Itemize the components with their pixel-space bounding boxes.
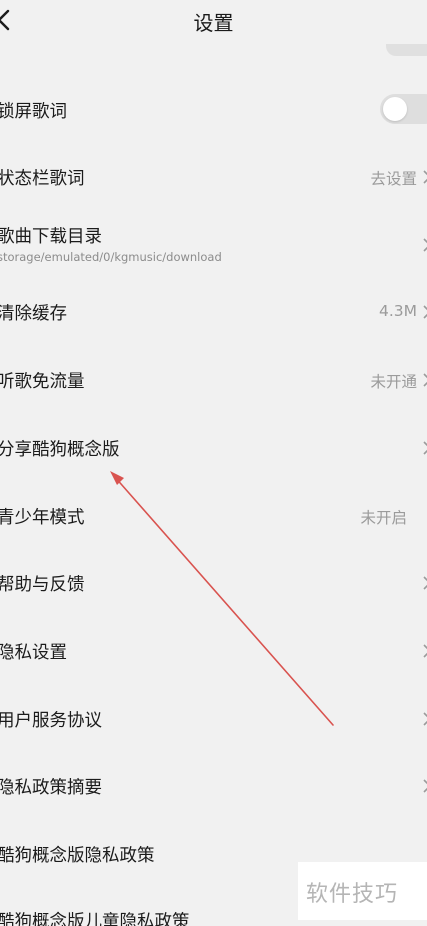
lockscreen-lyrics-toggle[interactable] [380,94,427,124]
chevron-right-icon [423,644,427,658]
settings-row-label: 分享酷狗概念版 [0,440,120,460]
scroll-remnant [386,44,427,56]
chevron-right-icon [423,238,427,252]
settings-row-label: 歌曲下载目录 [0,227,102,247]
settings-row-label: 隐私设置 [0,643,67,663]
settings-row-value: 4.3M [378,302,417,320]
settings-row-label: 帮助与反馈 [0,575,85,595]
toggle-knob [383,97,407,121]
chevron-right-icon [423,712,427,726]
settings-row-label: 青少年模式 [0,508,85,528]
download-path: storage/emulated/0/kgmusic/download [0,250,222,264]
chevron-right-icon [423,576,427,590]
settings-row-share-app[interactable]: 分享酷狗概念版 [0,421,427,475]
header-bar: 设置 [0,0,427,44]
chevron-right-icon [423,441,427,455]
settings-row-user-agreement[interactable]: 用户服务协议 [0,692,427,746]
settings-row-lockscreen-lyrics[interactable]: 锁屏歌词 [0,82,427,136]
settings-row-teen-mode[interactable]: 青少年模式 未开启 [0,489,427,543]
chevron-right-icon [423,305,427,319]
settings-row-label: 酷狗概念版儿童隐私政策 [0,912,190,926]
settings-row-label: 用户服务协议 [0,711,102,731]
settings-row-privacy-summary[interactable]: 隐私政策摘要 [0,759,427,813]
settings-row-label: 清除缓存 [0,304,67,324]
settings-row-statusbar-lyrics[interactable]: 状态栏歌词 去设置 [0,150,427,204]
settings-row-download-dir[interactable]: 歌曲下载目录 storage/emulated/0/kgmusic/downlo… [0,214,427,274]
watermark-text: 软件技巧 [306,882,399,907]
settings-row-privacy-settings[interactable]: 隐私设置 [0,624,427,678]
settings-row-label: 听歌免流量 [0,372,85,392]
chevron-right-icon [423,373,427,387]
watermark: 软件技巧 [298,862,427,920]
settings-row-label: 隐私政策摘要 [0,778,102,798]
settings-row-value: 未开通 [370,373,417,391]
settings-row-value: 去设置 [370,170,417,188]
page-title: 设置 [193,11,234,35]
chevron-right-icon [423,170,427,184]
settings-row-help-feedback[interactable]: 帮助与反馈 [0,556,427,610]
settings-row-label: 酷狗概念版隐私政策 [0,846,155,866]
settings-row-label: 状态栏歌词 [0,169,85,189]
settings-row-clear-cache[interactable]: 清除缓存 4.3M [0,285,427,339]
settings-row-value: 未开启 [360,509,407,527]
settings-row-free-data[interactable]: 听歌免流量 未开通 [0,353,427,407]
chevron-right-icon [423,779,427,793]
settings-row-label: 锁屏歌词 [0,102,67,122]
